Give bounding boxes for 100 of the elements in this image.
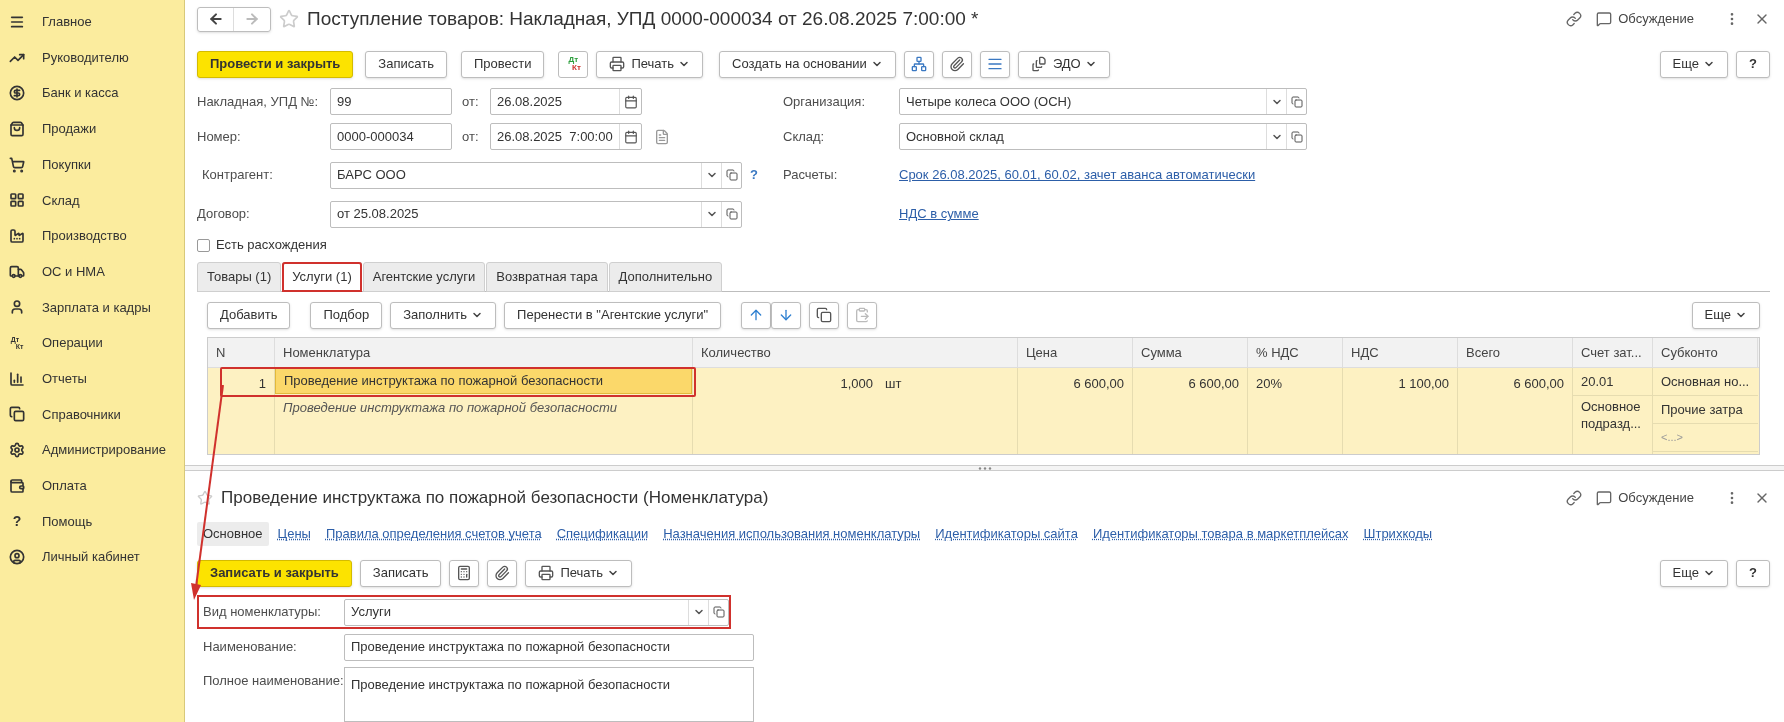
tab[interactable]: Агентские услуги: [362, 262, 486, 292]
column-header[interactable]: Субконто: [1661, 342, 1718, 363]
save-and-close-button[interactable]: Записать и закрыть: [197, 559, 352, 587]
sidebar-item[interactable]: Руководителю: [42, 47, 129, 68]
grid-icon: [9, 192, 25, 209]
settlements-link[interactable]: Срок 26.08.2025, 60.01, 60.02, зачет аванса автоматически: [899, 165, 1256, 185]
paste-icon: [854, 307, 871, 323]
sidebar-item[interactable]: Банк и касса: [42, 83, 119, 103]
form-tab[interactable]: Цены: [271, 522, 317, 546]
input-field[interactable]: 0000-000034: [330, 123, 452, 150]
grip-icon[interactable]: [977, 466, 992, 470]
structure-button[interactable]: [903, 50, 934, 78]
input-field[interactable]: 26.08.2025: [490, 88, 642, 115]
input-field[interactable]: от 25.08.2025: [330, 200, 742, 228]
sidebar-item[interactable]: Продажи: [42, 119, 97, 139]
table-more-button[interactable]: Еще: [1691, 301, 1760, 329]
add-button[interactable]: Добавить: [207, 301, 291, 329]
table-cell-text: шт: [885, 375, 902, 393]
star-icon[interactable]: [197, 490, 213, 506]
attach-button[interactable]: [487, 559, 518, 587]
sidebar-item[interactable]: Личный кабинет: [42, 547, 140, 567]
discussion-button[interactable]: Обсуждение: [1618, 9, 1694, 29]
print-button[interactable]: Печать: [525, 559, 632, 587]
form-tab[interactable]: Спецификации: [550, 522, 655, 546]
column-header[interactable]: Номенклатура: [283, 342, 371, 363]
debit-credit-button[interactable]: Дт Кт: [558, 50, 589, 78]
factory-icon: [9, 227, 25, 244]
list-button[interactable]: [979, 50, 1010, 78]
form-tab[interactable]: Штрихкоды: [1357, 522, 1439, 546]
print-button[interactable]: Печать: [596, 50, 703, 78]
column-header[interactable]: Цена: [1026, 342, 1058, 363]
more-button[interactable]: Еще: [1659, 559, 1729, 587]
tab[interactable]: Возвратная тара: [486, 262, 608, 292]
help-mark[interactable]: ?: [750, 165, 758, 185]
note-icon[interactable]: [654, 128, 670, 145]
form-tab[interactable]: Идентификаторы товара в маркетплейсах: [1086, 522, 1355, 546]
post-and-close-button[interactable]: Провести и закрыть: [197, 50, 354, 78]
star-icon[interactable]: [279, 9, 299, 29]
input-field[interactable]: 99: [330, 88, 452, 115]
input-field[interactable]: Четыре колеса ООО (ОСН): [899, 88, 1307, 115]
pick-button[interactable]: Подбор: [310, 301, 383, 329]
sidebar-item[interactable]: Помощь: [42, 511, 93, 532]
paperclip-icon: [494, 565, 511, 581]
vat-link[interactable]: НДС в сумме: [899, 204, 979, 224]
input-field[interactable]: Проведение инструктажа по пожарной безопасности: [344, 633, 754, 661]
sidebar-item[interactable]: Покупки: [42, 154, 91, 175]
column-header[interactable]: Всего: [1466, 342, 1501, 363]
checkbox-label: Есть расхождения: [216, 236, 327, 255]
calculator-button[interactable]: [449, 559, 480, 587]
input-field[interactable]: Основной склад: [899, 123, 1307, 150]
create-based-on-button[interactable]: Создать на основании: [719, 50, 896, 78]
help-button[interactable]: ?: [1736, 50, 1770, 78]
post-button[interactable]: Провести: [460, 50, 545, 78]
sidebar-item[interactable]: Администрирование: [42, 440, 166, 460]
sidebar-item[interactable]: ОС и НМА: [42, 261, 105, 282]
column-header[interactable]: N: [216, 342, 226, 363]
move-button[interactable]: Перенести в "Агентские услуги": [504, 301, 722, 329]
column-header[interactable]: НДС: [1351, 342, 1379, 363]
column-header[interactable]: Счет зат...: [1581, 342, 1642, 363]
fill-button[interactable]: Заполнить: [390, 301, 497, 329]
checkbox[interactable]: [197, 238, 210, 252]
sidebar-item[interactable]: Склад: [42, 190, 80, 211]
textarea-field[interactable]: Проведение инструктажа по пожарной безопасности: [344, 667, 754, 722]
form-tab[interactable]: Назначения использования номенклатуры: [657, 522, 927, 546]
copy-icon: [816, 307, 833, 323]
tab[interactable]: Дополнительно: [608, 262, 723, 292]
input-field[interactable]: БАРС ООО: [330, 161, 742, 189]
input-field[interactable]: Услуги: [344, 598, 729, 626]
form-tab[interactable]: Идентификаторы сайта: [929, 522, 1084, 546]
more-button[interactable]: Еще: [1659, 50, 1729, 78]
form-tab[interactable]: Правила определения счетов учета: [319, 522, 548, 546]
sidebar-item[interactable]: Справочники: [42, 404, 121, 425]
sidebar-item[interactable]: Главное: [42, 12, 92, 32]
tab[interactable]: Услуги (1): [282, 262, 362, 292]
column-header[interactable]: % НДС: [1256, 342, 1299, 363]
tab[interactable]: Товары (1): [197, 262, 282, 292]
column-header[interactable]: Количество: [701, 342, 771, 363]
move-down-button[interactable]: [771, 301, 802, 329]
help-button[interactable]: ?: [1736, 559, 1770, 587]
printer-icon: [609, 56, 626, 72]
sidebar-item[interactable]: Зарплата и кадры: [42, 297, 151, 318]
input-field[interactable]: 26.08.2025 7:00:00: [490, 123, 642, 150]
field-label: Организация:: [783, 92, 867, 111]
sidebar-item[interactable]: Отчеты: [42, 368, 87, 389]
copy-button[interactable]: [809, 301, 840, 329]
table-cell: 20%: [1256, 376, 1283, 391]
column-header[interactable]: Сумма: [1141, 342, 1182, 363]
discussion-button[interactable]: Обсуждение: [1618, 488, 1694, 508]
sidebar-item[interactable]: Операции: [42, 333, 103, 353]
move-up-button[interactable]: [741, 301, 772, 329]
attach-button[interactable]: [941, 50, 972, 78]
save-button[interactable]: Записать: [359, 559, 442, 587]
sidebar-item[interactable]: Производство: [42, 226, 127, 246]
edo-button[interactable]: ЭДО: [1017, 50, 1110, 78]
link-icon[interactable]: [1566, 490, 1583, 506]
link-icon[interactable]: [1566, 11, 1583, 27]
form-tab[interactable]: Основное: [197, 522, 269, 546]
save-button[interactable]: Записать: [365, 50, 447, 78]
table-row[interactable]: [208, 368, 1759, 454]
sidebar-item[interactable]: Оплата: [42, 476, 87, 496]
